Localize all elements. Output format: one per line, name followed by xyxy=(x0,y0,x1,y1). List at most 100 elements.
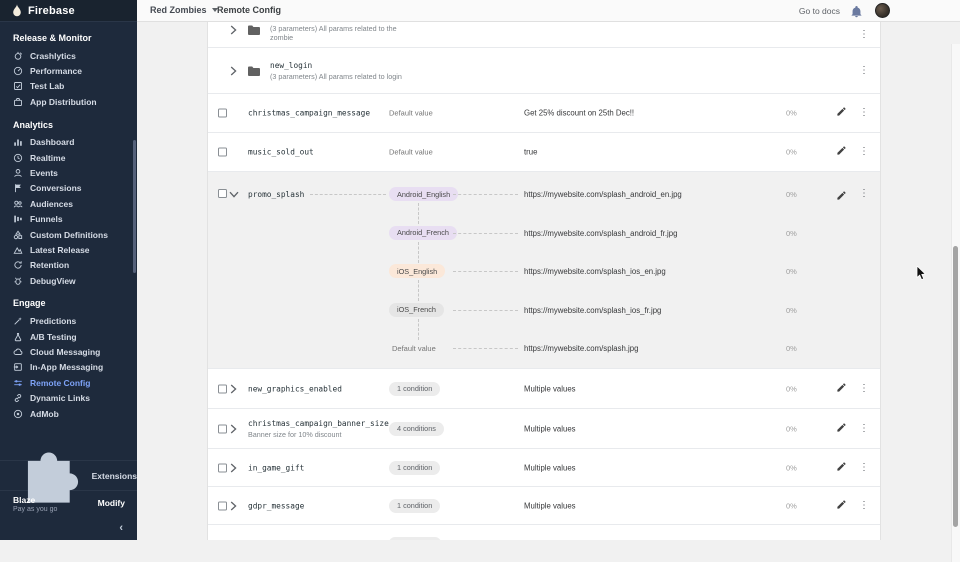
sidebar-item-label: Crashlytics xyxy=(30,51,76,61)
folder-icon xyxy=(248,25,260,35)
chevron-right-icon[interactable] xyxy=(230,463,237,473)
row-checkbox[interactable] xyxy=(218,501,227,510)
modify-plan-button[interactable]: Modify xyxy=(98,498,125,508)
sidebar-item-dashboard[interactable]: Dashboard xyxy=(0,135,137,150)
chevron-down-icon[interactable] xyxy=(229,191,239,198)
condition-pill: iOS_French xyxy=(389,303,444,317)
sidebar-item-label: Latest Release xyxy=(30,245,90,255)
sidebar-item-debugview[interactable]: DebugView xyxy=(0,273,137,288)
sidebar-item-crashlytics[interactable]: Crashlytics xyxy=(0,48,137,63)
sidebar-item-retention[interactable]: Retention xyxy=(0,258,137,273)
chevron-right-icon[interactable] xyxy=(230,501,237,511)
notifications-bell-icon[interactable] xyxy=(851,5,862,23)
condition-label: Default value xyxy=(392,344,436,353)
chevron-right-icon[interactable] xyxy=(230,424,237,434)
edit-button[interactable] xyxy=(836,104,847,122)
firebase-logo[interactable]: Firebase xyxy=(0,0,137,22)
edit-button[interactable] xyxy=(836,143,847,161)
table-row-expanded[interactable]: promo_splash Android_English https://myw… xyxy=(208,172,880,369)
edit-button[interactable] xyxy=(836,420,847,438)
sidebar-item-in-app-messaging[interactable]: In-App Messaging xyxy=(0,360,137,375)
usage-percent: 0% xyxy=(786,229,797,238)
sidebar-item-test-lab[interactable]: Test Lab xyxy=(0,79,137,94)
chevron-right-icon[interactable] xyxy=(230,66,237,76)
sidebar-item-realtime[interactable]: Realtime xyxy=(0,150,137,165)
message-icon xyxy=(13,362,23,372)
usage-percent: 0% xyxy=(786,148,797,157)
sidebar-item-label: Audiences xyxy=(30,199,73,209)
row-checkbox[interactable] xyxy=(218,109,227,118)
usage-percent: 0% xyxy=(786,190,797,199)
edit-button[interactable] xyxy=(836,459,847,477)
param-value: https://mywebsite.com/splash_android_fr.… xyxy=(524,229,677,238)
chevron-right-icon[interactable] xyxy=(230,25,237,35)
table-row[interactable]: in_game_gift 1 condition Multiple values… xyxy=(208,449,880,487)
chevron-right-icon[interactable] xyxy=(230,384,237,394)
condition-pill: 1 condition xyxy=(389,499,440,513)
folder-name: new_login xyxy=(270,60,410,70)
sidebar-item-predictions[interactable]: Predictions xyxy=(0,313,137,328)
table-row[interactable] xyxy=(208,525,880,540)
folder-description: (3 parameters) All params related to log… xyxy=(270,71,402,80)
page-scrollbar-thumb[interactable] xyxy=(953,246,958,527)
connector-dash xyxy=(453,310,518,311)
overflow-menu-button[interactable]: ⋮ xyxy=(859,108,869,118)
sidebar-item-label: A/B Testing xyxy=(30,332,77,342)
sidebar-item-dynamic-links[interactable]: Dynamic Links xyxy=(0,390,137,405)
row-checkbox[interactable] xyxy=(218,424,227,433)
avatar[interactable] xyxy=(875,3,890,18)
sidebar-item-custom-definitions[interactable]: Custom Definitions xyxy=(0,227,137,242)
overflow-menu-button[interactable]: ⋮ xyxy=(859,66,869,76)
sidebar-item-remote-config[interactable]: Remote Config xyxy=(0,375,137,390)
sidebar-item-latest-release[interactable]: Latest Release xyxy=(0,242,137,257)
edit-button[interactable] xyxy=(836,380,847,398)
condition-pill: 1 condition xyxy=(389,382,440,396)
brand-name: Firebase xyxy=(28,5,75,17)
table-row[interactable]: christmas_campaign_banner_size Banner si… xyxy=(208,409,880,449)
row-checkbox[interactable] xyxy=(218,384,227,393)
sidebar-item-app-distribution[interactable]: App Distribution xyxy=(0,94,137,109)
row-checkbox[interactable] xyxy=(218,189,227,198)
param-name: music_sold_out xyxy=(248,148,314,157)
row-checkbox[interactable] xyxy=(218,148,227,157)
overflow-menu-button[interactable]: ⋮ xyxy=(859,30,869,40)
project-selector[interactable]: Red Zombies xyxy=(150,5,218,15)
table-row[interactable]: christmas_campaign_message Default value… xyxy=(208,94,880,133)
overflow-menu-button[interactable]: ⋮ xyxy=(859,424,869,434)
sidebar-item-label: Predictions xyxy=(30,316,76,326)
sidebar-item-performance[interactable]: Performance xyxy=(0,63,137,78)
sidebar-item-events[interactable]: Events xyxy=(0,165,137,180)
param-value: Multiple values xyxy=(524,463,576,472)
sidebar-item-admob[interactable]: AdMob xyxy=(0,406,137,421)
sidebar-item-funnels[interactable]: Funnels xyxy=(0,212,137,227)
usage-percent: 0% xyxy=(786,463,797,472)
sidebar-item-cloud-messaging[interactable]: Cloud Messaging xyxy=(0,344,137,359)
page-scrollbar-track[interactable] xyxy=(951,44,960,562)
sidebar-item-label: In-App Messaging xyxy=(30,362,103,372)
sidebar-item-ab-testing[interactable]: A/B Testing xyxy=(0,329,137,344)
table-row[interactable]: (3 parameters) All params related to the… xyxy=(208,22,880,48)
sidebar-item-audiences[interactable]: Audiences xyxy=(0,196,137,211)
edit-button[interactable] xyxy=(836,497,847,515)
remote-config-table: (3 parameters) All params related to the… xyxy=(207,22,881,540)
folder-description: (3 parameters) All params related to the… xyxy=(270,24,410,43)
people-icon xyxy=(13,199,23,209)
sidebar-item-extensions[interactable]: Extensions xyxy=(0,461,137,490)
overflow-menu-button[interactable]: ⋮ xyxy=(859,147,869,157)
table-row[interactable]: new_login (3 parameters) All params rela… xyxy=(208,48,880,94)
overflow-menu-button[interactable]: ⋮ xyxy=(859,189,869,199)
row-checkbox[interactable] xyxy=(218,463,227,472)
sidebar-scrollbar[interactable] xyxy=(133,140,136,273)
flag-icon xyxy=(13,183,23,193)
table-row[interactable]: gdpr_message 1 condition Multiple values… xyxy=(208,487,880,525)
go-to-docs-link[interactable]: Go to docs xyxy=(799,6,840,16)
edit-button[interactable] xyxy=(836,188,847,206)
table-row[interactable]: new_graphics_enabled 1 condition Multipl… xyxy=(208,369,880,409)
table-row[interactable]: music_sold_out Default value true 0% ⋮ xyxy=(208,133,880,172)
pencil-icon xyxy=(836,145,847,156)
overflow-menu-button[interactable]: ⋮ xyxy=(859,463,869,473)
sidebar-item-conversions[interactable]: Conversions xyxy=(0,181,137,196)
overflow-menu-button[interactable]: ⋮ xyxy=(859,501,869,511)
collapse-sidebar-icon[interactable]: ‹ xyxy=(119,522,123,534)
overflow-menu-button[interactable]: ⋮ xyxy=(859,384,869,394)
